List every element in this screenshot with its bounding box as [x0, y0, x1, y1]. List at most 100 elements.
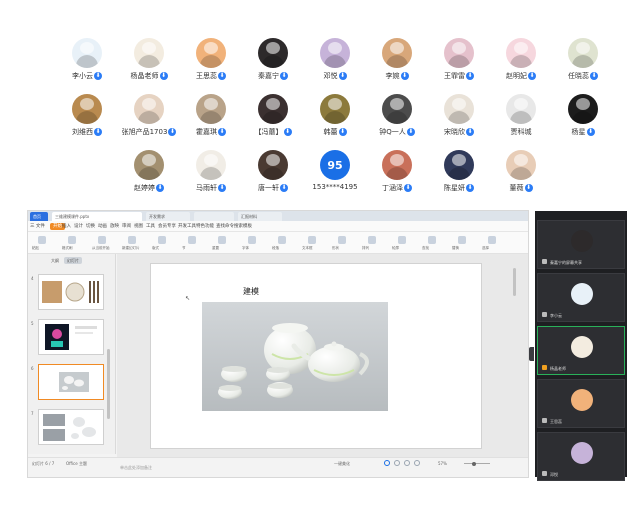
slide-thumbnail-4[interactable] [38, 274, 104, 310]
ribbon-tool-icon[interactable] [488, 236, 496, 244]
participant-tile[interactable]: 丁涵泽 ⬇ [366, 150, 428, 202]
menu-item[interactable]: 特色功能 [196, 223, 214, 229]
ribbon-tool-icon[interactable] [428, 236, 436, 244]
participant-name: 董薇 [509, 184, 524, 192]
avatar [506, 94, 536, 124]
menu-item[interactable]: 开发工具 [178, 223, 196, 229]
ribbon-tool-icon[interactable] [38, 236, 46, 244]
menu-item[interactable]: 工具 [146, 223, 155, 229]
ribbon-tool-icon[interactable] [218, 236, 226, 244]
pane-scrollbar[interactable] [107, 349, 110, 419]
participant-tile[interactable]: 杨星 ⬇ [552, 94, 614, 146]
menu-item[interactable]: 三 文件 [30, 223, 45, 229]
ribbon-tool-icon[interactable] [278, 236, 286, 244]
tab-dev-requirements[interactable]: 开发需求 [146, 212, 190, 221]
ribbon-tool-label: 重置 [212, 246, 219, 250]
participant-tile[interactable]: 赵婷婷 ⬇ [118, 150, 180, 202]
participant-name-row: 【冯蘑】 ⬇ [242, 127, 304, 137]
current-slide[interactable]: ↖ 建模 [150, 263, 482, 449]
participant-tile[interactable]: 贾科城 [490, 94, 552, 146]
ribbon-tool-icon[interactable] [188, 236, 196, 244]
normal-view-icon[interactable] [384, 460, 390, 466]
participant-tile[interactable]: 李婉 ⬇ [366, 38, 428, 90]
participant-tile[interactable]: 钟Q一人 ⬇ [366, 94, 428, 146]
video-tile[interactable]: 王思蕊 [537, 379, 625, 428]
participant-tile[interactable]: 杨晶老师 ⬇ [118, 38, 180, 90]
notes-placeholder[interactable]: 单击此处添加备注 [120, 465, 152, 471]
ribbon-tool-icon[interactable] [98, 236, 106, 244]
ribbon-tool-icon[interactable] [458, 236, 466, 244]
play-icon[interactable] [414, 460, 420, 466]
ribbon-tool-icon[interactable] [398, 236, 406, 244]
menu-item[interactable]: 切换 [86, 223, 95, 229]
menu-item[interactable]: 会员专享 [158, 223, 176, 229]
video-tile[interactable]: 邓悦 [537, 432, 625, 481]
reading-view-icon[interactable] [404, 460, 410, 466]
zoom-slider[interactable] [464, 463, 490, 464]
participant-tile[interactable]: 唐一轩 ⬇ [242, 150, 304, 202]
tab-home[interactable]: 首页 [30, 212, 48, 221]
video-tile[interactable]: 杨晶老师 [537, 326, 625, 375]
participant-tile[interactable]: 邓悦 ⬇ [304, 38, 366, 90]
tab-blank[interactable] [194, 212, 234, 221]
participant-tile[interactable]: 王霏雷 ⬇ [428, 38, 490, 90]
ribbon-tool-icon[interactable] [248, 236, 256, 244]
menu-item[interactable]: 插入 [62, 223, 71, 229]
participant-tile[interactable]: 任晓蕊 ⬇ [552, 38, 614, 90]
participant-tile[interactable]: 【冯蘑】 ⬇ [242, 94, 304, 146]
ribbon-tool-icon[interactable] [68, 236, 76, 244]
menu-item[interactable]: 审阅 [122, 223, 131, 229]
participant-name: 【冯蘑】 [254, 128, 283, 136]
menu-item[interactable]: 搜索模板 [234, 223, 252, 229]
participant-tile[interactable]: 刘维西 ⬇ [56, 94, 118, 146]
beautify-button[interactable]: 一键美化 [334, 461, 350, 467]
menu-item[interactable]: 放映 [110, 223, 119, 229]
ribbon-tool-icon[interactable] [368, 236, 376, 244]
pane-tab-slides[interactable]: 幻灯片 [64, 257, 82, 264]
pane-tab-outline[interactable]: 大纲 [48, 257, 62, 264]
avatar-highlight [390, 154, 404, 166]
participant-tile[interactable]: 韩蕾 ⬇ [304, 94, 366, 146]
avatar-body [262, 167, 284, 180]
sorter-view-icon[interactable] [394, 460, 400, 466]
menu-item[interactable]: 动画 [98, 223, 107, 229]
tab-report[interactable]: 汇报材料 [238, 212, 282, 221]
participant-tile[interactable]: 李小云 ⬇ [56, 38, 118, 90]
slide-thumbnail-5[interactable] [38, 319, 104, 355]
menu-item[interactable]: 设计 [74, 223, 83, 229]
participant-tile[interactable]: 董薇 ⬇ [490, 150, 552, 202]
participant-tile[interactable]: 秦嘉宁 ⬇ [242, 38, 304, 90]
tab-document[interactable]: 三维建模课件.pptx [52, 212, 142, 221]
participant-tile[interactable]: 宋晓欣 ⬇ [428, 94, 490, 146]
avatar-body [324, 111, 346, 124]
participant-row: 赵婷婷 ⬇ 马雨轩 ⬇ 唐一轩 ⬇ 95 153****4195 丁涵泽 ⬇ 陈星妍 ⬇ 董薇 ⬇ [56, 150, 616, 206]
participant-tile[interactable]: 陈星妍 ⬇ [428, 150, 490, 202]
teapot-render-image[interactable] [202, 302, 388, 411]
ribbon-tool-icon[interactable] [128, 236, 136, 244]
participant-tile[interactable]: 霍嘉琪 ⬇ [180, 94, 242, 146]
video-tile[interactable]: 秦嘉宁的屏幕共享 [537, 220, 625, 269]
menu-item[interactable]: 查找命令 [216, 223, 234, 229]
participant-tile[interactable]: 王思蕊 ⬇ [180, 38, 242, 90]
verified-badge-icon: ⬇ [338, 72, 347, 80]
collapse-panel-button[interactable] [529, 347, 534, 361]
ribbon-tool-icon[interactable] [308, 236, 316, 244]
ribbon-tool-icon[interactable] [338, 236, 346, 244]
participant-name: 霍嘉琪 [196, 128, 217, 136]
slide-title[interactable]: 建模 [243, 286, 259, 297]
canvas-scrollbar[interactable] [513, 268, 516, 296]
slide-thumbnail-6[interactable] [38, 364, 104, 400]
participant-tile[interactable]: 赵明妃 ⬇ [490, 38, 552, 90]
menu-item[interactable]: 视图 [134, 223, 143, 229]
verified-badge-icon: ⬇ [466, 184, 474, 192]
video-tile[interactable]: 李小云 [537, 273, 625, 322]
participant-tile[interactable]: 95 153****4195 [304, 150, 366, 202]
zoom-slider-knob[interactable] [472, 461, 476, 466]
avatar [568, 94, 598, 124]
participant-name: 李婉 [385, 72, 400, 80]
participant-tile[interactable]: 张旭产品1703 ⬇ [118, 94, 180, 146]
slide-thumbnail-7[interactable] [38, 409, 104, 445]
participant-tile[interactable]: 马雨轩 ⬇ [180, 150, 242, 202]
ribbon-tool-icon[interactable] [158, 236, 166, 244]
participant-name: 李小云 [72, 72, 93, 80]
